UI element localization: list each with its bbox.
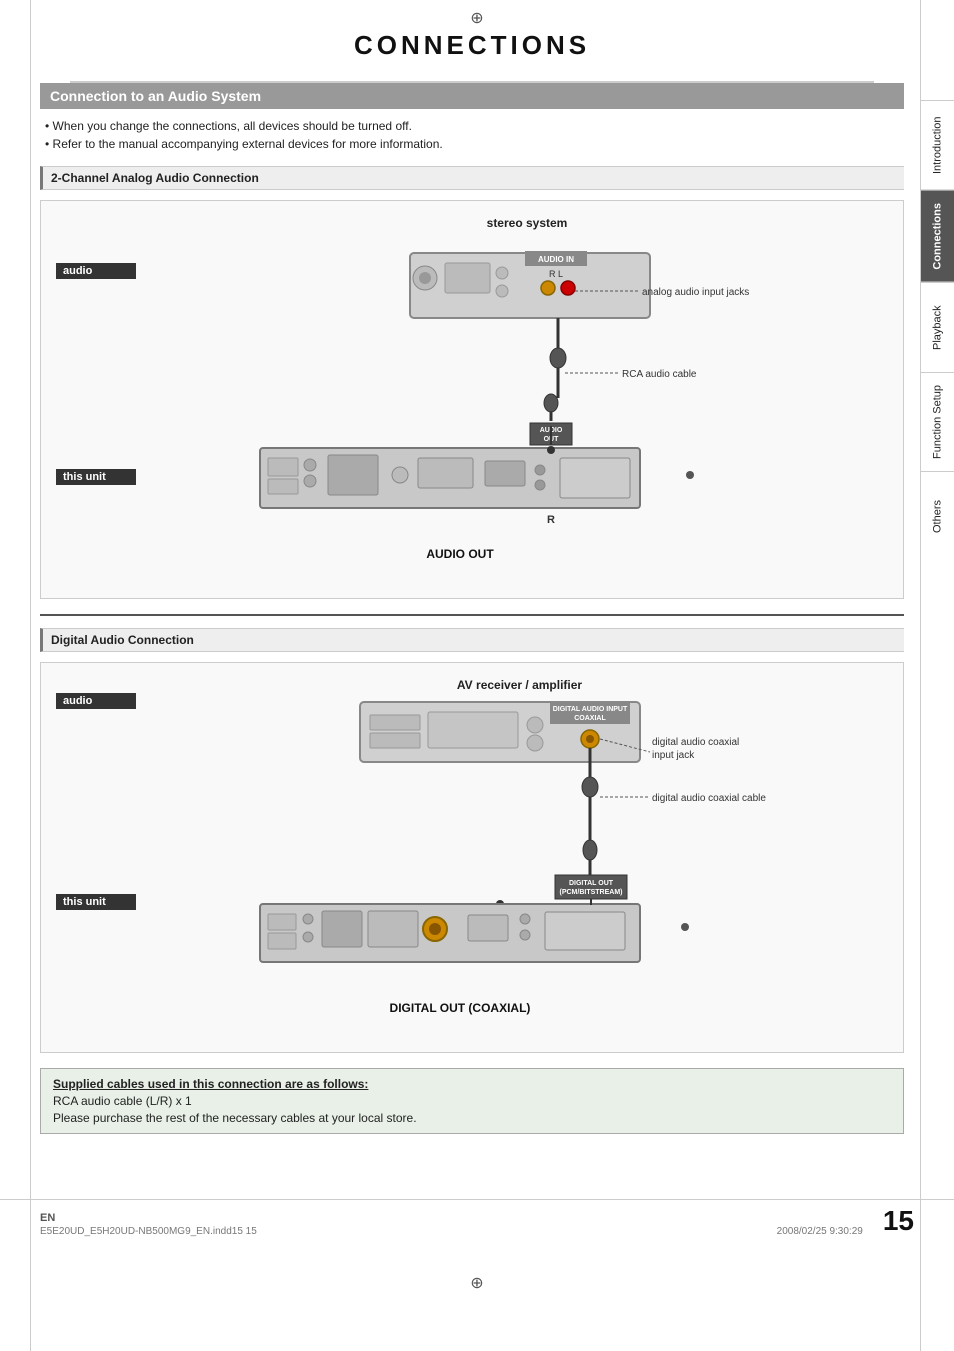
svg-text:RCA audio cable: RCA audio cable [622,369,697,380]
bullet-1: When you change the connections, all dev… [45,119,904,133]
svg-text:DIGITAL OUT (COAXIAL): DIGITAL OUT (COAXIAL) [389,1001,530,1015]
supplied-cables-item-2: Please purchase the rest of the necessar… [53,1111,891,1125]
footer-file: E5E20UD_E5H20UD-NB500MG9_EN.indd15 15 [40,1226,257,1237]
bottom-crosshair: ⊕ [470,1273,483,1293]
svg-text:AUDIO OUT: AUDIO OUT [426,547,494,561]
sidebar-item-playback[interactable]: Playback [921,282,954,372]
section-divider [40,614,904,616]
analog-device-title: stereo system [166,216,888,230]
digital-device-title: AV receiver / amplifier [151,678,888,692]
svg-text:R: R [547,514,555,526]
svg-text:R L: R L [548,269,562,279]
analog-diagram: stereo system audio this unit [40,200,904,599]
digital-diagram: audio this unit AV receiver / amplifier [40,662,904,1053]
supplied-cables-title: Supplied cables used in this connection … [53,1077,891,1091]
bullet-2: Refer to the manual accompanying externa… [45,137,904,151]
digital-connection-svg: DIGITAL AUDIO INPUT COAXIAL digital audi… [160,697,880,1037]
intro-bullets: When you change the connections, all dev… [40,119,904,151]
svg-text:DIGITAL AUDIO INPUT: DIGITAL AUDIO INPUT [552,706,627,713]
svg-text:(PCM/BITSTREAM): (PCM/BITSTREAM) [559,889,622,896]
svg-text:COAXIAL: COAXIAL [574,715,606,722]
page-number: 15 [883,1205,914,1237]
supplied-cables-box: Supplied cables used in this connection … [40,1068,904,1134]
analog-connection-svg: AUDIO IN R L analog audio input jacks [160,243,880,583]
right-sidebar: Introduction Connections Playback Functi… [920,0,954,1351]
svg-text:digital audio coaxial: digital audio coaxial [652,737,739,748]
left-border [30,0,31,1351]
analog-this-unit-label: this unit [56,469,136,485]
top-crosshair: ⊕ [470,8,483,28]
digital-this-unit-label: this unit [56,894,136,910]
footer-date: 2008/02/25 9:30:29 [777,1226,863,1237]
svg-text:input jack: input jack [652,750,695,761]
digital-subsection-header: Digital Audio Connection [40,628,904,652]
svg-text:digital audio coaxial cable: digital audio coaxial cable [652,793,766,804]
svg-text:analog audio input jacks: analog audio input jacks [642,287,749,298]
sidebar-item-connections[interactable]: Connections [921,190,954,282]
section-header-audio: Connection to an Audio System [40,83,904,109]
sidebar-item-others[interactable]: Others [921,471,954,561]
sidebar-item-introduction[interactable]: Introduction [921,100,954,190]
page-footer: EN E5E20UD_E5H20UD-NB500MG9_EN.indd15 15… [0,1199,954,1242]
footer-lang: EN [40,1212,257,1224]
analog-audio-label: audio [56,263,136,279]
sidebar-item-function-setup[interactable]: Function Setup [921,372,954,471]
svg-text:AUDIO IN: AUDIO IN [538,255,574,264]
digital-audio-label: audio [56,693,136,709]
analog-subsection-header: 2-Channel Analog Audio Connection [40,166,904,190]
svg-text:DIGITAL OUT: DIGITAL OUT [568,880,613,887]
supplied-cables-item-1: RCA audio cable (L/R) x 1 [53,1094,891,1108]
